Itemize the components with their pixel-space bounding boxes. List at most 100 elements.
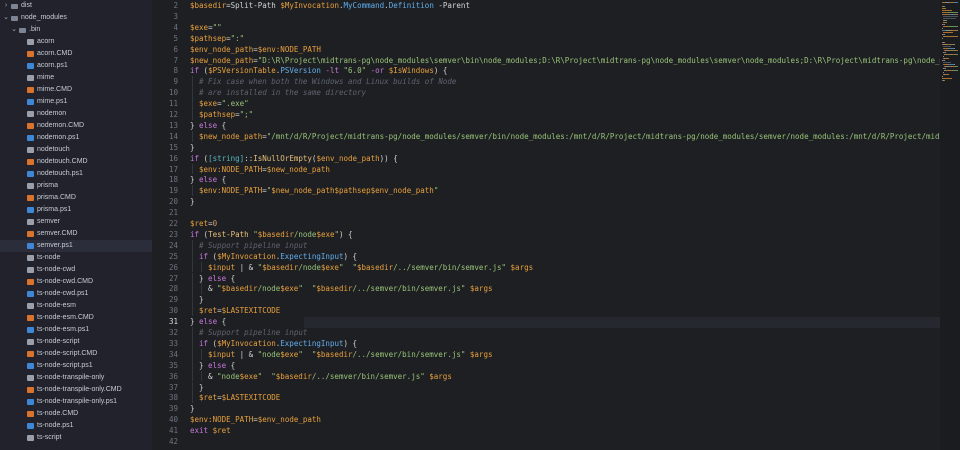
- chevron-down-icon[interactable]: ⌄: [10, 24, 18, 36]
- tree-item[interactable]: ts-node-script: [0, 336, 152, 348]
- chevron-down-icon[interactable]: ⌄: [2, 12, 10, 24]
- file-icon: [27, 375, 34, 381]
- code-line[interactable]: # Support pipeline input: [199, 240, 307, 251]
- code-line[interactable]: $pathsep=";": [199, 109, 253, 120]
- code-line[interactable]: } else {: [199, 273, 235, 284]
- line-number: 21: [168, 208, 178, 218]
- code-line[interactable]: $ret=0: [190, 218, 217, 229]
- code-line[interactable]: }: [190, 403, 195, 414]
- code-line[interactable]: & "$basedir/node$exe" "$basedir/../semve…: [208, 283, 492, 294]
- code-line[interactable]: $input | & "$basedir/node$exe" "$basedir…: [208, 262, 533, 273]
- tree-item[interactable]: ts-script: [0, 432, 152, 444]
- file-icon: [27, 183, 34, 189]
- tree-item[interactable]: ts-node-transpile-only.ps1: [0, 396, 152, 408]
- code-line[interactable]: } else {: [190, 316, 226, 327]
- tree-item[interactable]: nodemon.CMD: [0, 120, 152, 132]
- tree-item[interactable]: mime: [0, 72, 152, 84]
- tree-item[interactable]: ts-node: [0, 252, 152, 264]
- code-line[interactable]: } else {: [199, 360, 235, 371]
- code-editor[interactable]: 2 $basedir=Split-Path $MyInvocation.MyCom…: [152, 0, 940, 450]
- tree-item[interactable]: nodetouch.CMD: [0, 156, 152, 168]
- code-line[interactable]: exit $ret: [190, 425, 231, 436]
- code-line[interactable]: }: [190, 196, 195, 207]
- tree-item[interactable]: ts-node-transpile-only.CMD: [0, 384, 152, 396]
- code-line[interactable]: $env:NODE_PATH=$env_node_path: [190, 414, 321, 425]
- tree-item[interactable]: ts-node-esm.CMD: [0, 312, 152, 324]
- code-token: (: [208, 338, 218, 348]
- code-line[interactable]: $ret=$LASTEXITCODE: [199, 305, 280, 316]
- tree-item[interactable]: ts-node-esm: [0, 300, 152, 312]
- tree-item[interactable]: prisma: [0, 180, 152, 192]
- code-token: ":": [230, 33, 245, 43]
- indent-guide: [192, 337, 193, 349]
- code-line[interactable]: } else {: [190, 174, 226, 185]
- code-line[interactable]: $new_node_path="/mnt/d/R/Project/midtran…: [199, 131, 940, 142]
- code-line[interactable]: $new_node_path="D:\R\Project\midtrans-pg…: [190, 55, 940, 66]
- tree-item[interactable]: ts-node-transpile-only: [0, 372, 152, 384]
- tree-item[interactable]: ⌄ node_modules: [0, 12, 152, 24]
- tree-item[interactable]: nodemon: [0, 108, 152, 120]
- code-token: $basedir: [221, 284, 258, 294]
- tree-item-label: acorn.CMD: [37, 50, 73, 57]
- line-number: 2: [173, 1, 178, 10]
- tree-item[interactable]: ⌄ .bin: [0, 24, 152, 36]
- tree-item[interactable]: ts-node.ps1: [0, 420, 152, 432]
- tree-item[interactable]: nodetouch: [0, 144, 152, 156]
- indent-guide: [201, 348, 202, 360]
- code-token: {: [217, 175, 227, 185]
- code-line[interactable]: if ($PSVersionTable.PSVersion -lt "6.0" …: [190, 65, 447, 76]
- code-line[interactable]: if ($MyInvocation.ExpectingInput) {: [199, 338, 357, 349]
- tree-item[interactable]: ts-node-esm.ps1: [0, 324, 152, 336]
- code-line[interactable]: # Support pipeline input: [199, 327, 307, 338]
- code-token: if: [199, 338, 209, 348]
- tree-item[interactable]: semver.CMD: [0, 228, 152, 240]
- tree-item[interactable]: acorn.CMD: [0, 48, 152, 60]
- code-line[interactable]: } else {: [190, 120, 226, 131]
- minimap-line: [955, 54, 958, 55]
- line-number: 6: [173, 44, 178, 54]
- code-line[interactable]: $env:NODE_PATH=$new_node_path: [199, 164, 330, 175]
- code-token: IsNullOrEmpty: [253, 153, 312, 163]
- code-line[interactable]: $env:NODE_PATH="$new_node_path$pathsep$e…: [199, 185, 438, 196]
- code-line[interactable]: $exe=".exe": [199, 98, 249, 109]
- tree-item-label: nodemon.ps1: [37, 134, 80, 141]
- tree-item[interactable]: prisma.ps1: [0, 204, 152, 216]
- tree-item[interactable]: mime.ps1: [0, 96, 152, 108]
- code-token: ) {: [339, 229, 353, 239]
- code-line[interactable]: if (Test-Path "$basedir/node$exe") {: [190, 229, 353, 240]
- code-line[interactable]: if ($MyInvocation.ExpectingInput) {: [199, 251, 357, 262]
- tree-item[interactable]: ts-node-cwd.CMD: [0, 276, 152, 288]
- tree-item[interactable]: semver.ps1: [0, 240, 152, 252]
- code-line[interactable]: $exe="": [190, 22, 222, 33]
- code-line[interactable]: $ret=$LASTEXITCODE: [199, 392, 280, 403]
- code-line[interactable]: # Fix case when both the Windows and Lin…: [199, 76, 456, 87]
- chevron-right-icon[interactable]: ›: [2, 0, 10, 12]
- tree-item[interactable]: › dist: [0, 0, 152, 12]
- code-line[interactable]: $pathsep=":": [190, 33, 244, 44]
- code-line[interactable]: }: [190, 142, 195, 153]
- minimap[interactable]: [940, 0, 960, 450]
- tree-item[interactable]: nodemon.ps1: [0, 132, 152, 144]
- tree-item[interactable]: ts-node-script.ps1: [0, 360, 152, 372]
- tree-item[interactable]: acorn.ps1: [0, 60, 152, 72]
- tree-item[interactable]: prisma.CMD: [0, 192, 152, 204]
- code-line[interactable]: }: [199, 294, 204, 305]
- tree-item[interactable]: ts-node-script.CMD: [0, 348, 152, 360]
- minimap-line: [952, 70, 958, 71]
- code-line[interactable]: # are installed in the same directory: [199, 87, 366, 98]
- code-line[interactable]: $basedir=Split-Path $MyInvocation.MyComm…: [190, 0, 470, 11]
- tree-item[interactable]: nodetouch.ps1: [0, 168, 152, 180]
- tree-item[interactable]: ts-node-cwd.ps1: [0, 288, 152, 300]
- tree-item[interactable]: acorn: [0, 36, 152, 48]
- tree-item[interactable]: semver: [0, 216, 152, 228]
- code-line[interactable]: & "node$exe" "$basedir/../semver/bin/sem…: [208, 371, 452, 382]
- code-line[interactable]: if ([string]::IsNullOrEmpty($env_node_pa…: [190, 153, 398, 164]
- code-line[interactable]: $input | & "node$exe" "$basedir/../semve…: [208, 349, 492, 360]
- tree-item[interactable]: ts-node-cwd: [0, 264, 152, 276]
- file-icon: [27, 51, 34, 57]
- tree-item[interactable]: ts-node.CMD: [0, 408, 152, 420]
- code-line[interactable]: $env_node_path=$env:NODE_PATH: [190, 44, 321, 55]
- tree-item[interactable]: mime.CMD: [0, 84, 152, 96]
- code-line[interactable]: }: [199, 382, 204, 393]
